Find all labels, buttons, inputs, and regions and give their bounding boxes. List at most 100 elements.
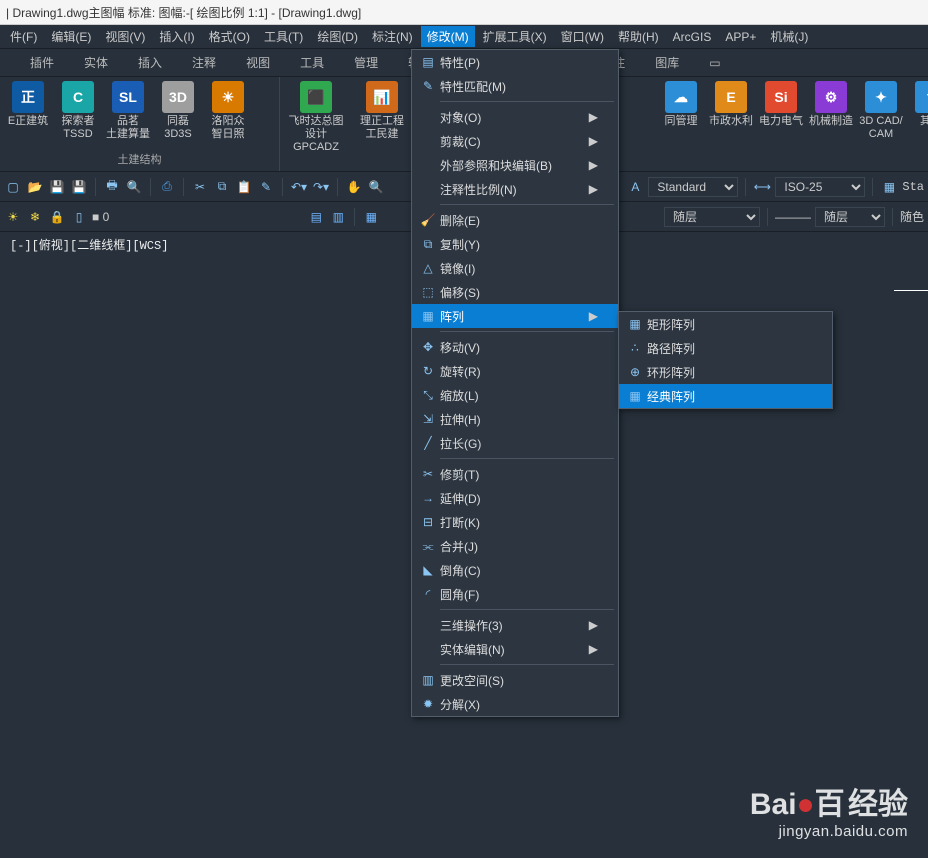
ribbon-button[interactable]: E市政水利 xyxy=(709,81,753,153)
tab-6[interactable]: 管理 xyxy=(346,50,386,75)
menu-item[interactable]: ✹分解(X) xyxy=(412,692,618,716)
menu-item[interactable]: 剪裁(C)▶ xyxy=(412,129,618,153)
plot-icon[interactable]: ⎙ xyxy=(158,178,176,196)
menu-11[interactable]: 帮助(H) xyxy=(612,26,665,47)
undo-icon[interactable]: ↶▾ xyxy=(290,178,308,196)
menu-12[interactable]: ArcGIS xyxy=(667,28,718,46)
menu-6[interactable]: 绘图(D) xyxy=(311,26,364,47)
ribbon-button[interactable]: ▼其他 xyxy=(909,81,928,153)
tab-4[interactable]: 视图 xyxy=(238,50,278,75)
table-style-icon[interactable]: ▦ xyxy=(880,178,898,196)
tab-11[interactable]: 图库 xyxy=(647,50,687,75)
open-icon[interactable]: 📂 xyxy=(26,178,44,196)
ribbon-button[interactable]: Si电力电气 xyxy=(759,81,803,153)
match-icon[interactable]: ✎ xyxy=(257,178,275,196)
tab-3[interactable]: 注释 xyxy=(184,50,224,75)
style-icon[interactable]: A xyxy=(626,178,644,196)
menu-item[interactable]: ✎特性匹配(M) xyxy=(412,74,618,98)
lock-icon[interactable]: 🔒 xyxy=(48,208,66,226)
menu-item[interactable]: ⬚偏移(S) xyxy=(412,280,618,304)
print-icon[interactable]: 🖶 xyxy=(103,178,121,196)
tab-1[interactable]: 实体 xyxy=(76,50,116,75)
preview-icon[interactable]: 🔍 xyxy=(125,178,143,196)
ribbon-icon: Si xyxy=(765,81,797,113)
menu-item[interactable]: 🧹删除(E) xyxy=(412,208,618,232)
lineweight-select[interactable]: 随层 xyxy=(664,207,760,227)
misc-icon-2[interactable]: ▥ xyxy=(329,208,347,226)
menu-8[interactable]: 修改(M) xyxy=(421,26,475,47)
text-style-select[interactable]: Standard xyxy=(648,177,738,197)
menu-item[interactable]: →延伸(D) xyxy=(412,486,618,510)
tab-0[interactable]: 插件 xyxy=(22,50,62,75)
ribbon-button[interactable]: SL品茗 土建算量 xyxy=(106,81,150,149)
tab-overflow-icon[interactable]: ▭ xyxy=(701,52,728,74)
tab-5[interactable]: 工具 xyxy=(292,50,332,75)
submenu-item[interactable]: ▦矩形阵列 xyxy=(619,312,832,336)
menu-item[interactable]: ⫘合并(J) xyxy=(412,534,618,558)
submenu-item[interactable]: ∴路径阵列 xyxy=(619,336,832,360)
menu-item[interactable]: ⤡缩放(L) xyxy=(412,383,618,407)
menu-item[interactable]: ▥更改空间(S) xyxy=(412,668,618,692)
menu-bar: 件(F)编辑(E)视图(V)插入(I)格式(O)工具(T)绘图(D)标注(N)修… xyxy=(0,25,928,49)
menu-5[interactable]: 工具(T) xyxy=(258,26,309,47)
menu-item[interactable]: ↻旋转(R) xyxy=(412,359,618,383)
ribbon-button[interactable]: 📊理正工程 工民建 xyxy=(352,81,412,154)
saveall-icon[interactable]: 💾 xyxy=(70,178,88,196)
cut-icon[interactable]: ✂ xyxy=(191,178,209,196)
menu-item-label: 特性匹配(M) xyxy=(440,78,506,95)
tab-2[interactable]: 插入 xyxy=(130,50,170,75)
menu-item[interactable]: 对象(O)▶ xyxy=(412,105,618,129)
zoom-icon[interactable]: 🔍 xyxy=(367,178,385,196)
ribbon-button[interactable]: 3D同磊 3D3S xyxy=(156,81,200,149)
menu-7[interactable]: 标注(N) xyxy=(366,26,419,47)
submenu-item[interactable]: ▦经典阵列 xyxy=(619,384,832,408)
menu-item[interactable]: ✂修剪(T) xyxy=(412,462,618,486)
ribbon-button[interactable]: ☀洛阳众 智日照 xyxy=(206,81,250,149)
pan-icon[interactable]: ✋ xyxy=(345,178,363,196)
menu-10[interactable]: 窗口(W) xyxy=(555,26,610,47)
freeze-icon[interactable]: ❄ xyxy=(26,208,44,226)
dim-icon[interactable]: ⟷ xyxy=(753,178,771,196)
save-icon[interactable]: 💾 xyxy=(48,178,66,196)
ribbon-button[interactable]: ✦3D CAD/ CAM xyxy=(859,81,903,153)
ribbon-button[interactable]: ⬛飞时达总图设计 GPCADZ xyxy=(286,81,346,154)
misc-icon-1[interactable]: ▤ xyxy=(307,208,325,226)
menu-item[interactable]: ▦阵列▶ xyxy=(412,304,618,328)
layer-icon[interactable]: ☀ xyxy=(4,208,22,226)
menu-item[interactable]: 外部参照和块编辑(B)▶ xyxy=(412,153,618,177)
menu-1[interactable]: 编辑(E) xyxy=(45,26,97,47)
menu-13[interactable]: APP+ xyxy=(719,28,762,46)
dim-style-select[interactable]: ISO-25 xyxy=(775,177,865,197)
menu-item[interactable]: ⇲拉伸(H) xyxy=(412,407,618,431)
menu-item[interactable]: ✥移动(V) xyxy=(412,335,618,359)
table-style-text: Sta xyxy=(902,180,924,194)
color-icon[interactable]: ▯ xyxy=(70,208,88,226)
ribbon-button[interactable]: C探索者 TSSD xyxy=(56,81,100,149)
linetype-select[interactable]: 随层 xyxy=(815,207,885,227)
redo-icon[interactable]: ↷▾ xyxy=(312,178,330,196)
menu-item[interactable]: 三维操作(3)▶ xyxy=(412,613,618,637)
copy-icon[interactable]: ⧉ xyxy=(213,178,231,196)
ribbon-button[interactable]: ☁同管理 xyxy=(659,81,703,153)
menu-0[interactable]: 件(F) xyxy=(4,26,43,47)
menu-item[interactable]: ◣倒角(C) xyxy=(412,558,618,582)
menu-2[interactable]: 视图(V) xyxy=(99,26,151,47)
menu-item[interactable]: ⧉复制(Y) xyxy=(412,232,618,256)
menu-3[interactable]: 插入(I) xyxy=(153,26,200,47)
menu-14[interactable]: 机械(J) xyxy=(764,26,814,47)
menu-item[interactable]: △镜像(I) xyxy=(412,256,618,280)
menu-item[interactable]: 注释性比例(N)▶ xyxy=(412,177,618,201)
menu-item[interactable]: ◜圆角(F) xyxy=(412,582,618,606)
menu-9[interactable]: 扩展工具(X) xyxy=(477,26,553,47)
new-icon[interactable]: ▢ xyxy=(4,178,22,196)
ribbon-button[interactable]: ⚙机械制造 xyxy=(809,81,853,153)
submenu-item[interactable]: ⊕环形阵列 xyxy=(619,360,832,384)
menu-item[interactable]: ⊟打断(K) xyxy=(412,510,618,534)
menu-4[interactable]: 格式(O) xyxy=(203,26,256,47)
ribbon-button[interactable]: 正E正建筑 xyxy=(6,81,50,149)
menu-item[interactable]: ▤特性(P) xyxy=(412,50,618,74)
menu-item[interactable]: 实体编辑(N)▶ xyxy=(412,637,618,661)
misc-icon-3[interactable]: ▦ xyxy=(362,208,380,226)
paste-icon[interactable]: 📋 xyxy=(235,178,253,196)
menu-item[interactable]: ╱拉长(G) xyxy=(412,431,618,455)
